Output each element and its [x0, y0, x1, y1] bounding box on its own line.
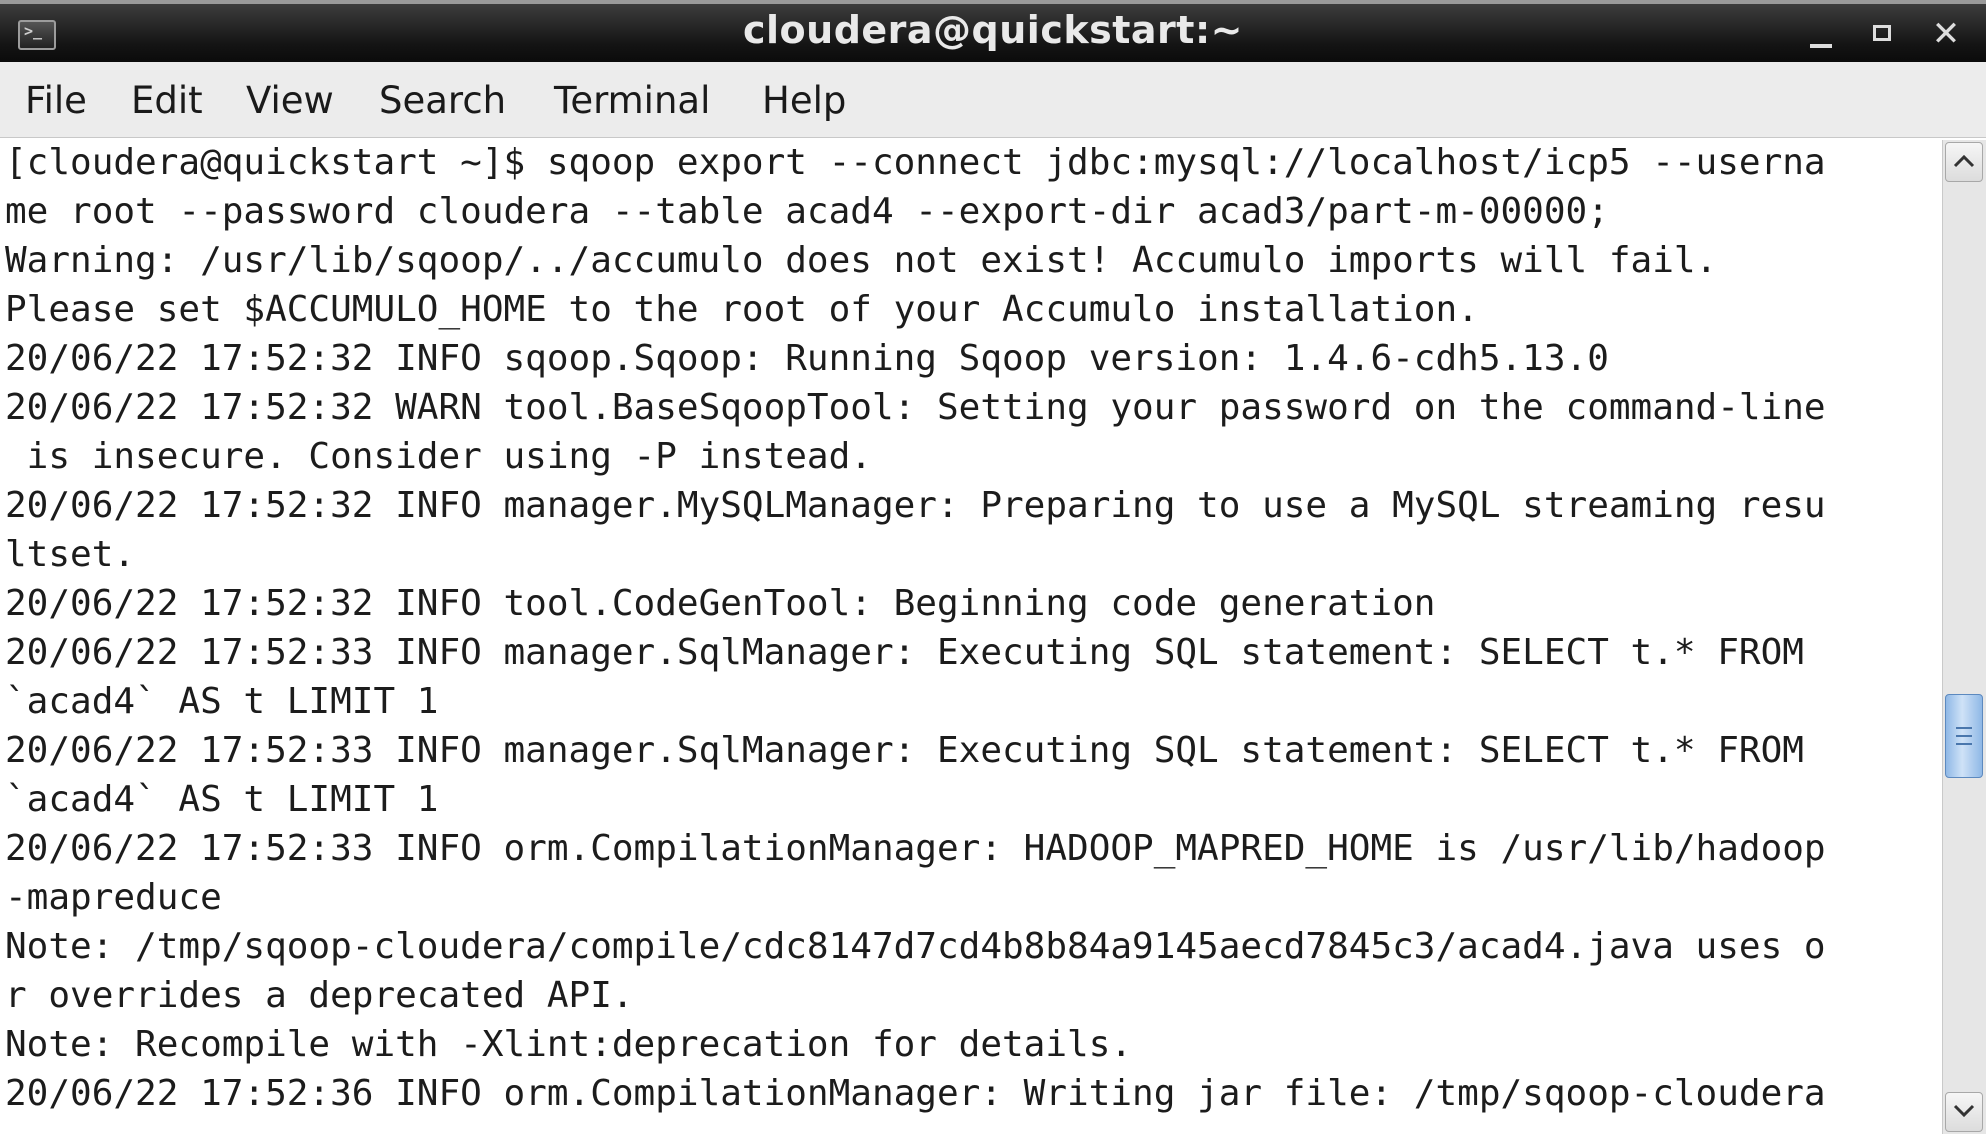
menu-bar: File Edit View Search Terminal Help — [0, 62, 1986, 138]
chevron-up-icon — [1953, 154, 1975, 168]
menu-terminal[interactable]: Terminal — [554, 79, 710, 122]
maximize-button[interactable] — [1864, 14, 1904, 54]
terminal-line: me root --password cloudera --table acad… — [5, 191, 1609, 232]
chevron-down-icon — [1953, 1104, 1975, 1118]
terminal-line: Note: Recompile with -Xlint:deprecation … — [5, 1024, 1133, 1065]
menu-search[interactable]: Search — [379, 79, 506, 122]
terminal-line: `acad4` AS t LIMIT 1 — [5, 779, 439, 820]
terminal-line: -mapreduce — [5, 877, 222, 918]
scroll-up-button[interactable] — [1945, 142, 1983, 182]
scroll-down-button[interactable] — [1945, 1092, 1983, 1132]
menu-help[interactable]: Help — [762, 79, 846, 122]
minimize-button[interactable] — [1802, 14, 1842, 54]
terminal-line: 20/06/22 17:52:33 INFO manager.SqlManage… — [5, 730, 1826, 771]
terminal-output[interactable]: [cloudera@quickstart ~]$ sqoop export --… — [0, 138, 1942, 1134]
terminal-line: Note: /tmp/sqoop-cloudera/compile/cdc814… — [5, 926, 1826, 967]
menu-view[interactable]: View — [246, 79, 334, 122]
scroll-thumb[interactable] — [1945, 694, 1983, 778]
terminal-line: [cloudera@quickstart ~]$ sqoop export --… — [5, 142, 1826, 183]
terminal-line: 20/06/22 17:52:32 INFO tool.CodeGenTool:… — [5, 583, 1436, 624]
terminal-line: 20/06/22 17:52:32 WARN tool.BaseSqoopToo… — [5, 387, 1826, 428]
close-button[interactable]: ✕ — [1926, 14, 1966, 54]
terminal-line: 20/06/22 17:52:32 INFO sqoop.Sqoop: Runn… — [5, 338, 1609, 379]
terminal-line: Warning: /usr/lib/sqoop/../accumulo does… — [5, 240, 1718, 281]
terminal-line: is insecure. Consider using -P instead. — [5, 436, 872, 477]
terminal-line: 20/06/22 17:52:32 INFO manager.MySQLMana… — [5, 485, 1826, 526]
title-bar: cloudera@quickstart:~ ✕ — [0, 0, 1986, 62]
vertical-scrollbar[interactable] — [1942, 140, 1986, 1134]
menu-edit[interactable]: Edit — [131, 79, 203, 122]
terminal-line: r overrides a deprecated API. — [5, 975, 634, 1016]
menu-file[interactable]: File — [25, 79, 87, 122]
terminal-line: 20/06/22 17:52:36 INFO orm.CompilationMa… — [5, 1073, 1826, 1114]
terminal-line: ltset. — [5, 534, 136, 575]
terminal-line: 20/06/22 17:52:33 INFO manager.SqlManage… — [5, 632, 1826, 673]
terminal-line: `acad4` AS t LIMIT 1 — [5, 681, 439, 722]
terminal-line: Please set $ACCUMULO_HOME to the root of… — [5, 289, 1479, 330]
window-title: cloudera@quickstart:~ — [742, 8, 1243, 52]
close-icon: ✕ — [1931, 14, 1961, 54]
terminal-line: 20/06/22 17:52:33 INFO orm.CompilationMa… — [5, 828, 1826, 869]
